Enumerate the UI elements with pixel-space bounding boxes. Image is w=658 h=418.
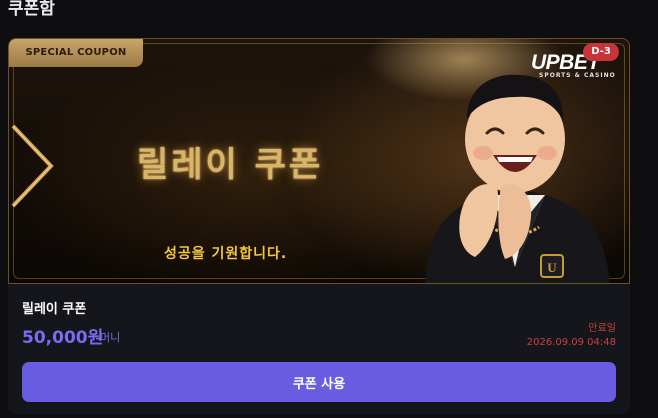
- mascot-illustration: U: [425, 74, 610, 283]
- page-title: 쿠폰함: [8, 0, 55, 19]
- expiry-label: 만료일: [588, 323, 616, 334]
- coupon-name: 릴레이 쿠폰: [22, 302, 87, 317]
- dday-badge: D-3: [583, 43, 619, 61]
- coupon-unit: 머니: [100, 331, 121, 344]
- coupon-banner: SPECIAL COUPON 릴레이 쿠폰 성공을 기원합니다. U UPBET…: [8, 38, 630, 284]
- coupon-card: SPECIAL COUPON 릴레이 쿠폰 성공을 기원합니다. U UPBET…: [8, 38, 630, 414]
- brand-subtitle: SPORTS & CASINO: [539, 72, 616, 79]
- coupon-amount: 50,000원: [22, 328, 104, 348]
- special-coupon-badge: SPECIAL COUPON: [9, 39, 143, 67]
- expiry-date: 2026.09.09 04:48: [526, 337, 616, 348]
- banner-subtitle: 성공을 기원합니다.: [164, 246, 288, 262]
- use-coupon-button[interactable]: 쿠폰 사용: [22, 362, 616, 402]
- banner-title: 릴레이 쿠폰: [137, 145, 324, 185]
- coupon-info: 릴레이 쿠폰 50,000원 머니 만료일 2026.09.09 04:48 쿠…: [8, 284, 630, 414]
- chevron-right-icon: [11, 124, 54, 208]
- svg-text:U: U: [547, 260, 557, 275]
